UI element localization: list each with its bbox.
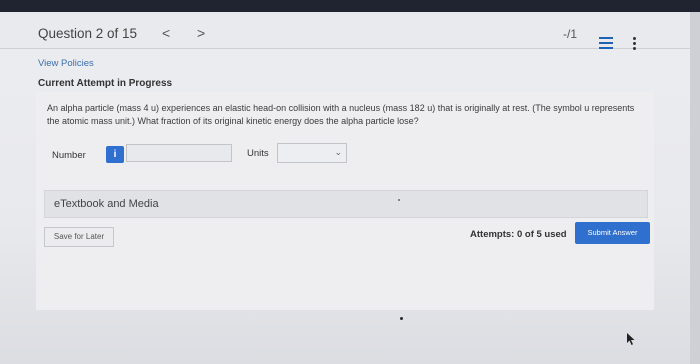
right-edge [690, 12, 700, 364]
list-icon[interactable] [599, 37, 613, 49]
mouse-pointer-icon [627, 333, 635, 345]
chevron-down-icon: ⌄ [334, 147, 342, 157]
save-for-later-button[interactable]: Save for Later [44, 227, 114, 247]
attempts-counter: Attempts: 0 of 5 used [470, 229, 567, 240]
question-header: Question 2 of 15 < > -/1 [0, 12, 690, 51]
number-label: Number [52, 150, 86, 161]
more-options-icon[interactable] [633, 37, 637, 51]
window-top-bar [0, 0, 700, 12]
question-score: -/1 [563, 27, 578, 41]
units-dropdown[interactable]: ⌄ [277, 143, 347, 163]
units-label: Units [247, 148, 269, 159]
question-title: Question 2 of 15 [38, 26, 138, 41]
etextbook-media-label: eTextbook and Media [54, 198, 159, 210]
attempt-status: Current Attempt in Progress [38, 78, 173, 89]
decorative-dot [398, 199, 400, 201]
view-policies-link[interactable]: View Policies [38, 58, 94, 69]
info-button[interactable]: i [106, 146, 124, 163]
number-input[interactable] [126, 144, 232, 162]
next-question-button[interactable]: > [197, 25, 205, 41]
question-text: An alpha particle (mass 4 u) experiences… [47, 103, 635, 126]
etextbook-media-section[interactable]: eTextbook and Media [44, 190, 648, 218]
previous-question-button[interactable]: < [162, 25, 170, 41]
submit-answer-button[interactable]: Submit Answer [575, 222, 650, 244]
decorative-dot [400, 317, 403, 320]
